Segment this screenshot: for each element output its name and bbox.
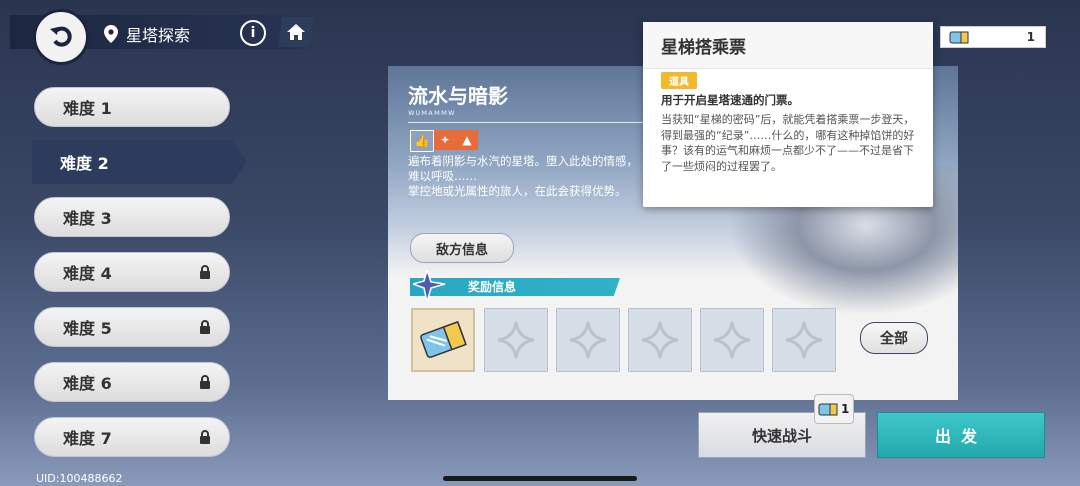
empty-star-icon xyxy=(713,321,751,359)
difficulty-label: 难度 7 xyxy=(63,429,112,448)
empty-star-icon xyxy=(641,321,679,359)
start-button[interactable]: 出发 xyxy=(877,412,1045,458)
home-icon xyxy=(287,24,305,40)
reward-slot-empty xyxy=(628,308,692,372)
lock-icon xyxy=(200,320,210,334)
difficulty-item-1[interactable]: 难度 1 xyxy=(34,87,230,127)
description-line: 遍布着阴影与水汽的星塔。堕入此处的情感， xyxy=(408,154,638,168)
tooltip-category-tag: 道具 xyxy=(661,72,697,89)
quick-battle-count: 1 xyxy=(841,402,850,416)
difficulty-label: 难度 2 xyxy=(60,154,109,173)
location-breadcrumb: 星塔探索 xyxy=(104,22,190,46)
empty-star-icon xyxy=(785,321,823,359)
home-indicator[interactable] xyxy=(443,476,637,481)
back-button[interactable] xyxy=(33,9,89,65)
reward-slot-empty xyxy=(556,308,620,372)
enemy-info-button[interactable]: 敌方信息 xyxy=(410,233,514,263)
difficulty-item-7[interactable]: 难度 7 xyxy=(34,417,230,457)
uid-label: UID:100488662 xyxy=(36,472,123,485)
all-rewards-button[interactable]: 全部 xyxy=(860,322,928,354)
difficulty-label: 难度 6 xyxy=(63,374,112,393)
ticket-counter[interactable]: 1 xyxy=(940,26,1046,48)
description-line: 难以呼吸…… xyxy=(408,169,477,183)
element-fire-icon: ✦ xyxy=(434,130,456,150)
difficulty-item-5[interactable]: 难度 5 xyxy=(34,307,230,347)
ticket-icon xyxy=(949,31,969,44)
reward-star-icon xyxy=(413,270,446,302)
thumbs-up-icon: 👍 xyxy=(410,130,434,152)
item-tooltip: 星梯搭乘票 道具 用于开启星塔速通的门票。 当获知“星梯的密码”后，就能凭着搭乘… xyxy=(643,22,933,207)
element-triangle-icon: ▲ xyxy=(456,130,478,150)
difficulty-label: 难度 4 xyxy=(63,264,112,283)
difficulty-item-3[interactable]: 难度 3 xyxy=(34,197,230,237)
lock-icon xyxy=(200,265,210,279)
empty-star-icon xyxy=(569,321,607,359)
difficulty-item-2[interactable]: 难度 2 xyxy=(32,140,247,184)
reward-slot-ticket[interactable] xyxy=(411,308,475,372)
ticket-icon xyxy=(818,403,838,416)
reward-slot-empty xyxy=(484,308,548,372)
lock-icon xyxy=(200,430,210,444)
tooltip-title: 星梯搭乘票 xyxy=(643,22,933,69)
reward-slot-empty xyxy=(772,308,836,372)
location-pin-icon xyxy=(104,25,118,43)
difficulty-label: 难度 1 xyxy=(63,99,112,118)
description-line: 掌控地或光属性的旅人，在此会获得优势。 xyxy=(408,184,627,198)
back-arrow-icon xyxy=(50,26,72,47)
lock-icon xyxy=(200,375,210,389)
tooltip-use-text: 用于开启星塔速通的门票。 xyxy=(661,93,799,107)
difficulty-item-4[interactable]: 难度 4 xyxy=(34,252,230,292)
empty-star-icon xyxy=(497,321,535,359)
elevator-ticket-icon xyxy=(420,320,467,359)
ticket-count: 1 xyxy=(1026,30,1035,44)
tooltip-description: 当获知“星梯的密码”后，就能凭着搭乘票一步登天，得到最强的“纪录”……什么的，哪… xyxy=(661,113,915,173)
location-label: 星塔探索 xyxy=(126,26,191,45)
quick-battle-ticket-badge: 1 xyxy=(814,394,854,424)
difficulty-label: 难度 3 xyxy=(63,209,112,228)
stage-description: 遍布着阴影与水汽的星塔。堕入此处的情感， 难以呼吸…… 掌控地或光属性的旅人，在… xyxy=(408,154,648,199)
stage-tags: 👍 ✦ ▲ xyxy=(410,130,478,152)
difficulty-item-6[interactable]: 难度 6 xyxy=(34,362,230,402)
title-divider xyxy=(408,122,658,123)
home-button[interactable] xyxy=(278,17,314,47)
reward-info-label: 奖励信息 xyxy=(468,280,517,294)
reward-slot-empty xyxy=(700,308,764,372)
difficulty-label: 难度 5 xyxy=(63,319,112,338)
stage-subtitle: ᴡᴜᴍᴀᴍᴍᴡ xyxy=(408,108,456,117)
info-icon[interactable]: i xyxy=(240,20,266,46)
stage-title: 流水与暗影 xyxy=(408,84,508,108)
